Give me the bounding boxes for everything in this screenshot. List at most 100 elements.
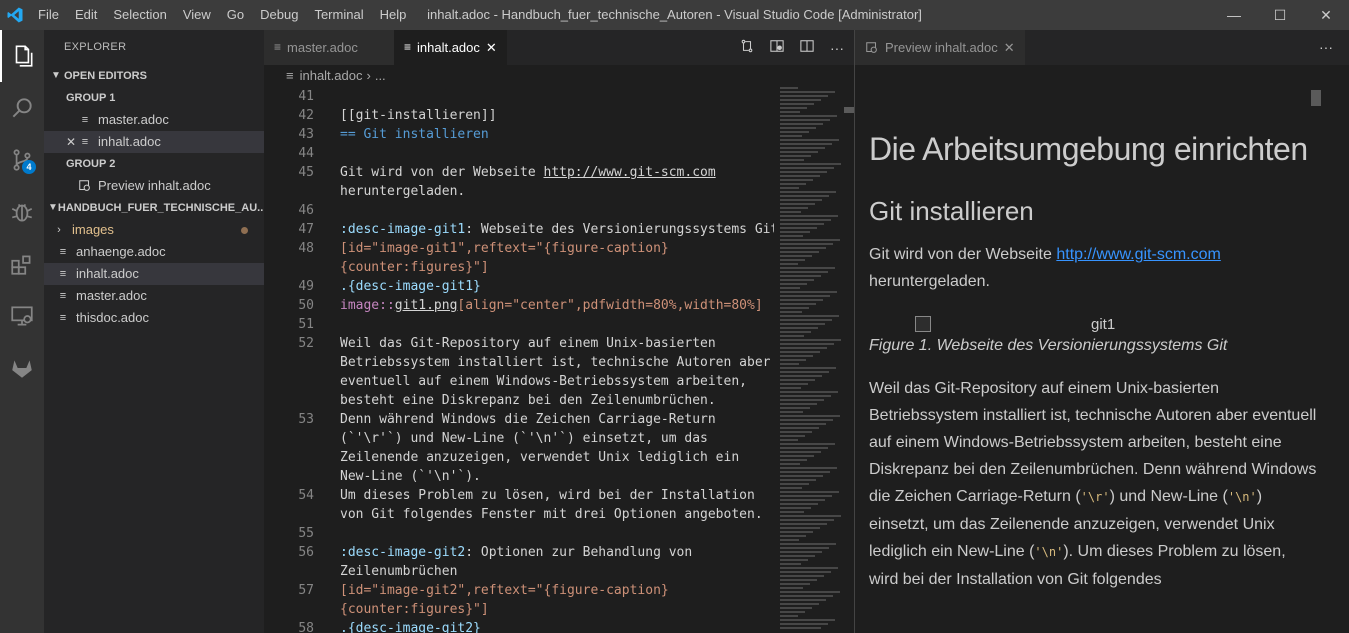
code-line[interactable]: 57 [id="image-git2",reftext="{figure-capt… <box>264 581 774 600</box>
menu-selection[interactable]: Selection <box>105 0 174 30</box>
minimap-line <box>780 387 801 389</box>
code-line[interactable]: Betriebssystem installiert ist, technisc… <box>264 353 774 372</box>
minimap-line <box>780 179 813 181</box>
breadcrumb-more[interactable]: ... <box>375 65 386 87</box>
compare-changes-icon[interactable] <box>740 39 754 56</box>
code-line[interactable]: 55 <box>264 524 774 543</box>
code-line[interactable]: eventuell auf einem Windows-Betriebssyst… <box>264 372 774 391</box>
minimap-line <box>780 203 815 205</box>
remote-explorer-icon[interactable] <box>0 290 44 342</box>
file-label: anhaenge.adoc <box>76 244 166 259</box>
project-section[interactable]: ▼ HANDBUCH_FUER_TECHNISCHE_AU... <box>44 197 264 219</box>
scrollbar-thumb[interactable] <box>844 107 854 113</box>
code-line[interactable]: New-Line (`'\n'`). <box>264 467 774 486</box>
code-line[interactable]: 58 .{desc-image-git2} <box>264 619 774 633</box>
open-preview-icon[interactable] <box>770 39 784 56</box>
minimap-line <box>780 547 829 549</box>
file-thisdoc[interactable]: ≡ thisdoc.adoc <box>44 307 264 329</box>
menu-view[interactable]: View <box>175 0 219 30</box>
code-line[interactable]: 44 <box>264 144 774 163</box>
open-editors-section[interactable]: ▼ OPEN EDITORS <box>44 65 264 87</box>
window-controls: — ☐ ✕ <box>1211 0 1349 30</box>
close-window-button[interactable]: ✕ <box>1303 0 1349 30</box>
editor-scrollbar[interactable] <box>844 87 854 633</box>
code-line[interactable]: 41 <box>264 87 774 106</box>
source-control-icon[interactable]: 4 <box>0 134 44 186</box>
code-line[interactable]: 48 [id="image-git1",reftext="{figure-capt… <box>264 239 774 258</box>
code-line[interactable]: {counter:figures}"] <box>264 600 774 619</box>
gitlab-icon[interactable] <box>0 342 44 394</box>
preview-scrollbar-thumb[interactable] <box>1311 90 1321 106</box>
search-icon[interactable] <box>0 82 44 134</box>
tab-master[interactable]: ≡ master.adoc <box>264 30 394 65</box>
minimap-line <box>780 259 805 261</box>
code-line[interactable]: 54 Um dieses Problem zu lösen, wird bei d… <box>264 486 774 505</box>
close-icon[interactable]: ✕ <box>64 131 78 153</box>
code-line[interactable]: 47:desc-image-git1: Webseite des Version… <box>264 220 774 239</box>
breadcrumb-file[interactable]: inhalt.adoc <box>300 65 363 87</box>
minimap-line <box>780 323 825 325</box>
minimap-line <box>780 423 826 425</box>
tab-label: inhalt.adoc <box>417 40 480 55</box>
code-line[interactable]: von Git folgendes Fenster mit drei Optio… <box>264 505 774 524</box>
code-line[interactable]: (`'\r'`) und New-Line (`'\n'`) einsetzt,… <box>264 429 774 448</box>
close-tab-icon[interactable]: ✕ <box>486 30 497 65</box>
line-content: {counter:figures}"] <box>340 260 489 275</box>
vscode-logo-icon[interactable] <box>0 0 30 30</box>
tab-preview[interactable]: Preview inhalt.adoc ✕ <box>855 30 1025 65</box>
open-editor-inhalt[interactable]: ✕ ≡ inhalt.adoc <box>44 131 264 153</box>
folder-images[interactable]: › images <box>44 219 264 241</box>
code-line[interactable]: 52 Weil das Git-Repository auf einem Unix… <box>264 334 774 353</box>
minimize-button[interactable]: — <box>1211 0 1257 30</box>
menu-go[interactable]: Go <box>219 0 252 30</box>
menu-file[interactable]: File <box>30 0 67 30</box>
minimap-line <box>780 331 811 333</box>
minimap-line <box>780 239 840 241</box>
extensions-icon[interactable] <box>0 238 44 290</box>
preview-heading-1: Die Arbeitsumgebung einrichten <box>869 131 1308 167</box>
file-inhalt[interactable]: ≡ inhalt.adoc <box>44 263 264 285</box>
minimap-line <box>780 599 826 601</box>
menu-help[interactable]: Help <box>372 0 415 30</box>
code-editor[interactable]: 41 42 [[git-installieren]] 43 == Git install… <box>264 87 774 633</box>
more-actions-icon[interactable]: ··· <box>1319 30 1333 65</box>
code-line[interactable]: 45 Git wird von der Webseite http://www.g… <box>264 163 774 182</box>
open-editor-preview[interactable]: Preview inhalt.adoc <box>44 175 264 197</box>
code-line[interactable]: 51 <box>264 315 774 334</box>
code-line[interactable]: Zeilenumbrüchen <box>264 562 774 581</box>
code-line[interactable]: 42 [[git-installieren]] <box>264 106 774 125</box>
code-line[interactable]: besteht eine Diskrepanz bei den Zeilenum… <box>264 391 774 410</box>
code-line[interactable]: 43 == Git installieren <box>264 125 774 144</box>
code-line[interactable]: 56:desc-image-git2: Optionen zur Behandl… <box>264 543 774 562</box>
minimap-line <box>780 399 824 401</box>
open-editor-master[interactable]: ≡ master.adoc <box>44 109 264 131</box>
menu-terminal[interactable]: Terminal <box>306 0 371 30</box>
file-label: inhalt.adoc <box>76 266 139 281</box>
line-number <box>264 562 314 581</box>
code-line[interactable]: 46 <box>264 201 774 220</box>
code-line[interactable]: 53 Denn während Windows die Zeichen Carri… <box>264 410 774 429</box>
maximize-button[interactable]: ☐ <box>1257 0 1303 30</box>
file-anhaenge[interactable]: ≡ anhaenge.adoc <box>44 241 264 263</box>
code-line[interactable]: 50 image::git1.png[align="center",pdfwidt… <box>264 296 774 315</box>
minimap-line <box>780 271 828 273</box>
split-editor-icon[interactable] <box>800 39 814 56</box>
menu-edit[interactable]: Edit <box>67 0 105 30</box>
line-content: [id="image-git2",reftext="{figure-captio… <box>340 583 669 598</box>
minimap-line <box>780 99 821 101</box>
minimap-line <box>780 543 836 545</box>
close-tab-icon[interactable]: ✕ <box>1004 30 1015 65</box>
explorer-icon[interactable] <box>0 30 44 82</box>
tab-inhalt[interactable]: ≡ inhalt.adoc ✕ <box>394 30 507 65</box>
minimap-line <box>780 263 798 265</box>
file-master[interactable]: ≡ master.adoc <box>44 285 264 307</box>
code-line[interactable]: {counter:figures}"] <box>264 258 774 277</box>
code-line[interactable]: 49 .{desc-image-git1} <box>264 277 774 296</box>
debug-icon[interactable] <box>0 186 44 238</box>
minimap[interactable] <box>780 87 842 633</box>
more-actions-icon[interactable]: ··· <box>830 40 844 56</box>
code-line[interactable]: Zeilenende anzuzeigen, verwendet Unix le… <box>264 448 774 467</box>
menu-debug[interactable]: Debug <box>252 0 306 30</box>
code-line[interactable]: heruntergeladen. <box>264 182 774 201</box>
preview-link[interactable]: http://www.git-scm.com <box>1056 246 1220 263</box>
